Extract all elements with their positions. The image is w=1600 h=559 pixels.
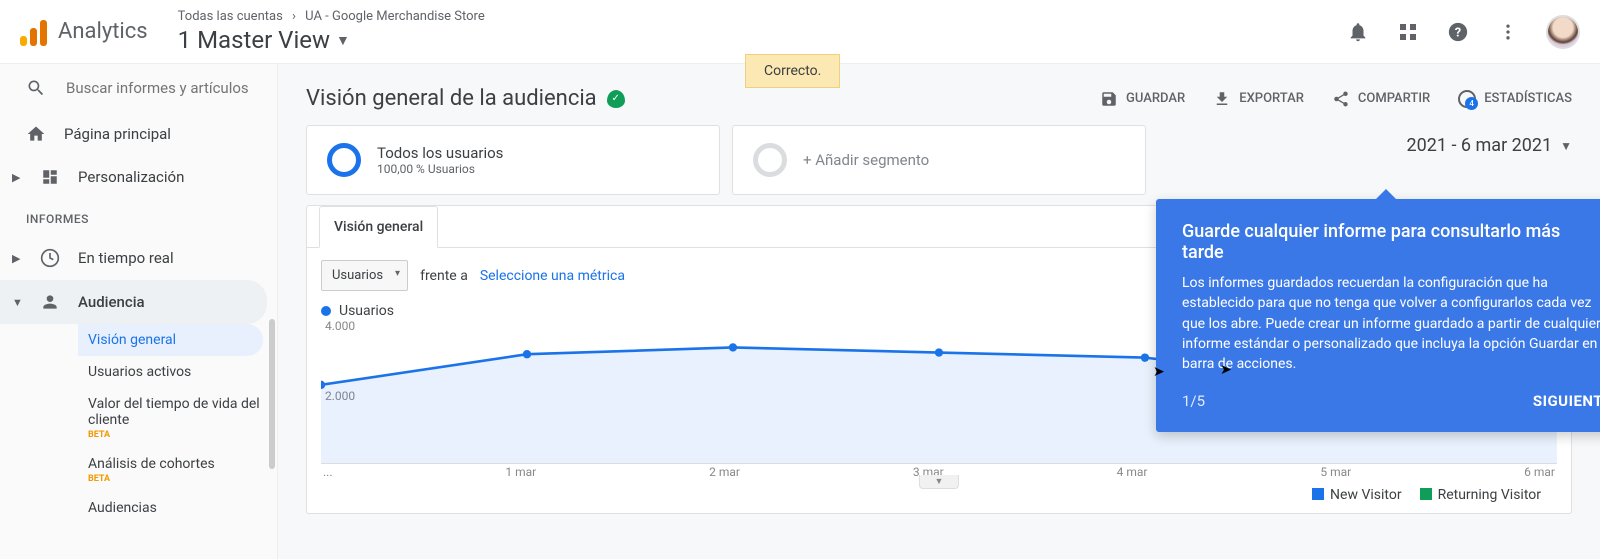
nav-label: En tiempo real bbox=[78, 249, 174, 267]
share-icon bbox=[1332, 90, 1350, 108]
nav-label: Página principal bbox=[64, 125, 171, 143]
account-selector[interactable]: Todas las cuentas UA - Google Merchandis… bbox=[178, 9, 485, 54]
tooltip-title: Guarde cualquier informe para consultarl… bbox=[1182, 221, 1600, 263]
apps-icon[interactable] bbox=[1396, 20, 1420, 44]
chart-legend: Usuarios bbox=[339, 303, 394, 319]
person-icon bbox=[40, 292, 60, 312]
notifications-icon[interactable] bbox=[1346, 20, 1370, 44]
breadcrumb: Todas las cuentas UA - Google Merchandis… bbox=[178, 9, 485, 24]
segment-circle-icon bbox=[753, 143, 787, 177]
sub-active-users[interactable]: Usuarios activos bbox=[78, 356, 277, 388]
save-icon bbox=[1100, 90, 1118, 108]
search-icon bbox=[26, 78, 46, 98]
date-range-picker[interactable]: 2021 - 6 mar 2021 ▼ bbox=[1407, 135, 1572, 156]
x-tick: ... bbox=[323, 465, 333, 479]
download-icon bbox=[1213, 90, 1231, 108]
dashboard-icon bbox=[40, 168, 60, 186]
chevron-right-icon: ▶ bbox=[12, 171, 22, 184]
view-name: 1 Master View bbox=[178, 26, 330, 54]
nav-realtime[interactable]: ▶ En tiempo real bbox=[0, 236, 277, 280]
product-name: Analytics bbox=[58, 19, 148, 44]
scrollbar[interactable] bbox=[269, 319, 275, 469]
ga-logo: Analytics bbox=[20, 18, 148, 46]
sub-audiences[interactable]: Audiencias bbox=[78, 492, 277, 524]
search-input[interactable] bbox=[66, 79, 259, 97]
avatar[interactable] bbox=[1546, 15, 1580, 49]
onboarding-tooltip: ✕ Guarde cualquier informe para consulta… bbox=[1156, 199, 1600, 432]
content-area: Visión general de la audiencia ✓ GUARDAR… bbox=[278, 64, 1600, 559]
tooltip-step: 1/5 bbox=[1182, 392, 1205, 410]
x-tick: 5 mar bbox=[1320, 465, 1351, 479]
nav-label: Personalización bbox=[78, 168, 184, 186]
segment-pct: 100,00 % Usuarios bbox=[377, 162, 503, 176]
svg-text:?: ? bbox=[1455, 25, 1461, 40]
home-icon bbox=[26, 124, 46, 144]
stats-button[interactable]: 4 ESTADÍSTICAS bbox=[1458, 90, 1572, 108]
nav-customization[interactable]: ▶ Personalización bbox=[0, 156, 277, 198]
tooltip-body: Los informes guardados recuerdan la conf… bbox=[1182, 273, 1600, 374]
metric-select[interactable]: Usuarios bbox=[321, 260, 408, 291]
next-button[interactable]: SIGUIENTE bbox=[1533, 392, 1600, 410]
insights-icon: 4 bbox=[1458, 90, 1476, 108]
x-tick: 2 mar bbox=[709, 465, 740, 479]
sidebar: Página principal ▶ Personalización INFOR… bbox=[0, 64, 278, 559]
nav-home[interactable]: Página principal bbox=[0, 112, 277, 156]
crumb-account: UA - Google Merchandise Store bbox=[305, 9, 485, 24]
sub-cohort[interactable]: Análisis de cohortes BETA bbox=[78, 448, 277, 492]
beta-badge: BETA bbox=[88, 430, 267, 440]
x-tick: 6 mar bbox=[1524, 465, 1555, 479]
legend-dot bbox=[321, 306, 331, 316]
clock-icon bbox=[40, 248, 60, 268]
segment-circle-icon bbox=[327, 143, 361, 177]
legend-new-visitor: New Visitor bbox=[1312, 487, 1402, 503]
more-icon[interactable] bbox=[1496, 20, 1520, 44]
select-metric-link[interactable]: Seleccione una métrica bbox=[480, 268, 625, 284]
add-segment-label: + Añadir segmento bbox=[803, 151, 929, 169]
stats-count: 4 bbox=[1465, 97, 1478, 110]
crumb-all: Todas las cuentas bbox=[178, 9, 283, 24]
tab-overview[interactable]: Visión general bbox=[319, 206, 438, 248]
expand-chart-icon[interactable]: ▼ bbox=[919, 475, 959, 489]
chevron-down-icon: ▼ bbox=[12, 296, 22, 309]
cursor-icon: ➤ bbox=[1153, 364, 1165, 380]
help-icon[interactable]: ? bbox=[1446, 20, 1470, 44]
page-title: Visión general de la audiencia ✓ bbox=[306, 86, 625, 111]
analytics-icon bbox=[20, 18, 48, 46]
segment-name: Todos los usuarios bbox=[377, 144, 503, 162]
legend-returning-visitor: Returning Visitor bbox=[1420, 487, 1541, 503]
add-segment[interactable]: + Añadir segmento bbox=[732, 125, 1146, 195]
beta-badge: BETA bbox=[88, 474, 267, 484]
export-button[interactable]: EXPORTAR bbox=[1213, 90, 1304, 108]
sub-ltv[interactable]: Valor del tiempo de vida del cliente BET… bbox=[78, 388, 277, 448]
x-tick: 1 mar bbox=[505, 465, 536, 479]
nav-label: Audiencia bbox=[78, 293, 145, 311]
toast-correct: Correcto. bbox=[745, 54, 840, 88]
cursor-icon: ➤ bbox=[1220, 362, 1232, 378]
nav-audience[interactable]: ▼ Audiencia bbox=[0, 280, 267, 324]
share-button[interactable]: COMPARTIR bbox=[1332, 90, 1430, 108]
save-button[interactable]: GUARDAR bbox=[1100, 90, 1185, 108]
verified-icon: ✓ bbox=[607, 90, 625, 108]
x-tick: 4 mar bbox=[1117, 465, 1148, 479]
segment-all-users[interactable]: Todos los usuarios 100,00 % Usuarios bbox=[306, 125, 720, 195]
chevron-down-icon: ▼ bbox=[336, 32, 350, 49]
chevron-right-icon: ▶ bbox=[12, 252, 22, 265]
vs-label: frente a bbox=[420, 268, 468, 284]
sub-overview[interactable]: Visión general bbox=[78, 324, 263, 356]
section-reports: INFORMES bbox=[0, 198, 277, 236]
chevron-down-icon: ▼ bbox=[1560, 139, 1572, 153]
